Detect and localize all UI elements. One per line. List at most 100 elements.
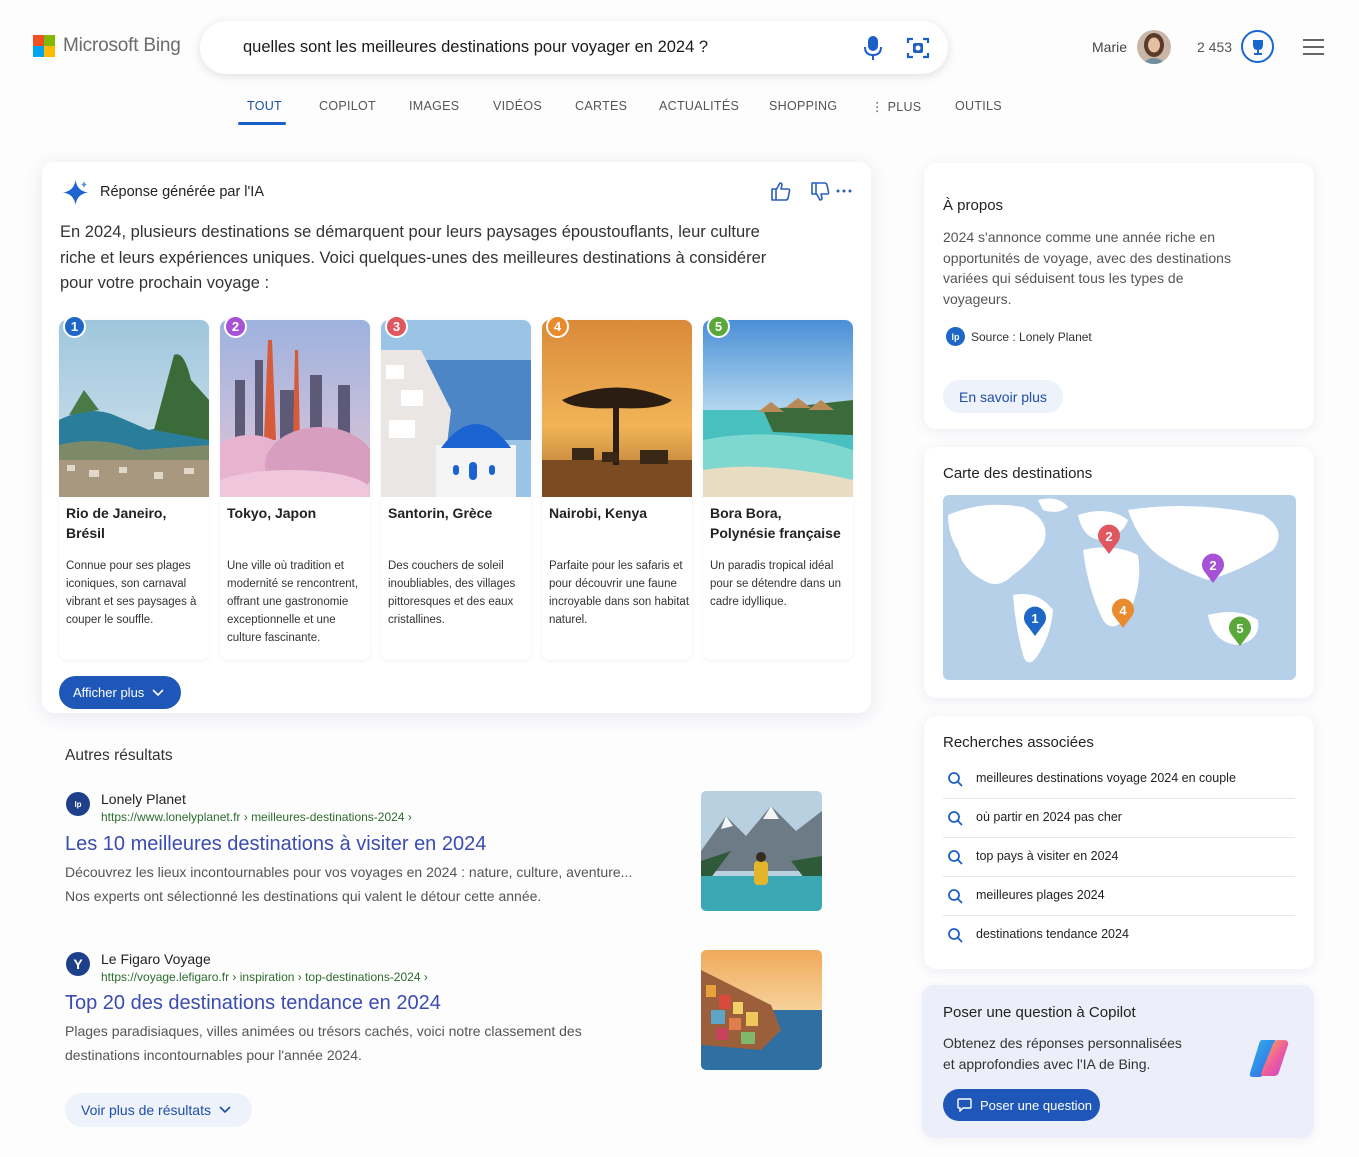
tab-images[interactable]: IMAGES bbox=[409, 99, 459, 113]
destination-name: Nairobi, Kenya bbox=[549, 505, 648, 521]
more-results-button[interactable]: Voir plus de résultats bbox=[65, 1093, 252, 1127]
related-search-label: meilleures plages 2024 bbox=[976, 888, 1105, 902]
about-source[interactable]: Source : Lonely Planet bbox=[971, 330, 1092, 344]
map-pin-label: 2 bbox=[1105, 529, 1112, 544]
menu-icon[interactable] bbox=[1303, 39, 1324, 55]
about-title: À propos bbox=[943, 197, 1004, 214]
show-more-button[interactable]: Afficher plus bbox=[59, 676, 181, 709]
search-icon bbox=[948, 928, 963, 943]
map-title: Carte des destinations bbox=[943, 465, 1093, 482]
destinations-map[interactable]: 2 2 1 4 5 bbox=[943, 495, 1296, 680]
user-name[interactable]: Marie bbox=[1092, 39, 1127, 55]
active-tab-indicator bbox=[238, 122, 286, 125]
rank-badge: 4 bbox=[546, 315, 569, 338]
thumbs-down-icon[interactable] bbox=[810, 182, 830, 202]
result-title-link[interactable]: Top 20 des destinations tendance en 2024 bbox=[65, 992, 441, 1015]
related-search-item[interactable]: top pays à visiter en 2024 bbox=[943, 838, 1295, 877]
bora-bora-image bbox=[703, 320, 853, 497]
destination-description: Une ville où tradition et modernité se r… bbox=[227, 560, 359, 644]
other-results-title: Autres résultats bbox=[65, 747, 173, 764]
microphone-icon[interactable] bbox=[862, 34, 884, 62]
more-options-icon[interactable] bbox=[836, 189, 852, 193]
thumbs-up-icon[interactable] bbox=[770, 181, 791, 201]
related-search-label: destinations tendance 2024 bbox=[976, 927, 1129, 941]
tab-outils[interactable]: OUTILS bbox=[955, 99, 1002, 113]
related-title: Recherches associées bbox=[943, 734, 1094, 751]
le-figaro-icon: Y bbox=[66, 952, 90, 976]
chevron-down-icon bbox=[219, 1106, 231, 1114]
destination-card-rio[interactable]: Rio de Janeiro, Brésil Connue pour ses p… bbox=[59, 320, 209, 660]
ai-answer-header: Réponse générée par l'IA bbox=[100, 184, 264, 200]
destination-card-nairobi[interactable]: Nairobi, Kenya Parfaite pour les safaris… bbox=[542, 320, 692, 660]
result-thumbnail[interactable] bbox=[701, 950, 822, 1070]
rank-badge: 2 bbox=[224, 315, 247, 338]
tab-tout[interactable]: TOUT bbox=[247, 99, 282, 113]
brand-name: Microsoft Bing bbox=[63, 35, 181, 56]
related-search-item[interactable]: destinations tendance 2024 bbox=[943, 916, 1295, 955]
visual-search-icon[interactable] bbox=[906, 36, 930, 60]
tab-copilot[interactable]: COPILOT bbox=[319, 99, 376, 113]
lonely-planet-icon: lp bbox=[946, 327, 965, 346]
rank-badge: 1 bbox=[63, 315, 86, 338]
map-pin[interactable]: 5 bbox=[1227, 615, 1253, 647]
avatar[interactable] bbox=[1137, 30, 1171, 64]
copilot-title: Poser une question à Copilot bbox=[943, 1004, 1136, 1021]
related-search-label: meilleures destinations voyage 2024 en c… bbox=[976, 771, 1236, 785]
result-description: Plages paradisiaques, villes animées ou … bbox=[65, 1023, 582, 1063]
bing-logo[interactable]: Microsoft Bing bbox=[33, 35, 181, 57]
search-icon bbox=[948, 850, 963, 865]
destination-card-tokyo[interactable]: Tokyo, Japon Une ville où tradition et m… bbox=[220, 320, 370, 660]
tab-actualites[interactable]: ACTUALITÉS bbox=[659, 99, 739, 113]
related-search-item[interactable]: meilleures destinations voyage 2024 en c… bbox=[943, 760, 1295, 799]
destination-description: Des couchers de soleil inoubliables, des… bbox=[388, 560, 516, 626]
map-pin[interactable]: 4 bbox=[1110, 597, 1136, 629]
related-search-item[interactable]: meilleures plages 2024 bbox=[943, 877, 1295, 916]
map-pin[interactable]: 1 bbox=[1022, 605, 1048, 637]
map-pin-label: 1 bbox=[1031, 611, 1038, 626]
tab-cartes[interactable]: CARTES bbox=[575, 99, 627, 113]
trophy-icon[interactable] bbox=[1241, 30, 1274, 63]
ask-question-button[interactable]: Poser une question bbox=[943, 1089, 1100, 1121]
map-pin[interactable]: 2 bbox=[1200, 552, 1226, 584]
about-text: 2024 s'annonce comme une année riche en … bbox=[943, 229, 1231, 307]
more-results-label: Voir plus de résultats bbox=[81, 1102, 211, 1118]
search-input[interactable]: quelles sont les meilleures destinations… bbox=[243, 38, 708, 57]
related-search-label: où partir en 2024 pas cher bbox=[976, 810, 1122, 824]
map-pin-label: 5 bbox=[1236, 621, 1243, 636]
rio-image bbox=[59, 320, 209, 497]
search-icon bbox=[948, 811, 963, 826]
destination-description: Un paradis tropical idéal pour se détend… bbox=[710, 560, 842, 608]
result-url[interactable]: https://voyage.lefigaro.fr › inspiration… bbox=[101, 970, 428, 984]
destination-card-bora-bora[interactable]: Bora Bora, Polynésie française Un paradi… bbox=[703, 320, 853, 660]
result-description: Découvrez les lieux incontournables pour… bbox=[65, 864, 633, 904]
learn-more-label: En savoir plus bbox=[959, 388, 1047, 405]
santorin-image bbox=[381, 320, 531, 497]
result-url[interactable]: https://www.lonelyplanet.fr › meilleures… bbox=[101, 810, 412, 824]
destination-description: Parfaite pour les safaris et pour découv… bbox=[549, 560, 690, 626]
rewards-points[interactable]: 2 453 bbox=[1197, 39, 1232, 55]
destination-name: Santorin, Grèce bbox=[388, 505, 493, 521]
result-thumbnail[interactable] bbox=[701, 791, 822, 911]
destination-card-santorin[interactable]: Santorin, Grèce Des couchers de soleil i… bbox=[381, 320, 531, 660]
destination-name: Rio de Janeiro, Brésil bbox=[66, 505, 167, 541]
tab-plus[interactable]: ⋮ PLUS bbox=[871, 99, 921, 114]
related-search-item[interactable]: où partir en 2024 pas cher bbox=[943, 799, 1295, 838]
ask-question-label: Poser une question bbox=[980, 1097, 1093, 1113]
microsoft-logo-icon bbox=[33, 35, 55, 57]
result-title-link[interactable]: Les 10 meilleures destinations à visiter… bbox=[65, 833, 486, 856]
tab-videos[interactable]: VIDÉOS bbox=[493, 99, 542, 113]
map-pin[interactable]: 2 bbox=[1096, 523, 1122, 555]
tab-shopping[interactable]: SHOPPING bbox=[769, 99, 837, 113]
rank-badge: 3 bbox=[385, 315, 408, 338]
lonely-planet-icon: lp bbox=[66, 792, 90, 816]
nairobi-image bbox=[542, 320, 692, 497]
learn-more-button[interactable]: En savoir plus bbox=[943, 380, 1063, 413]
destination-name: Tokyo, Japon bbox=[227, 505, 317, 521]
ai-answer-intro: En 2024, plusieurs destinations se démar… bbox=[60, 223, 767, 292]
search-box[interactable]: quelles sont les meilleures destinations… bbox=[200, 21, 948, 74]
search-icon bbox=[948, 889, 963, 904]
rank-badge: 5 bbox=[707, 315, 730, 338]
sparkle-icon bbox=[63, 180, 88, 205]
related-search-label: top pays à visiter en 2024 bbox=[976, 849, 1119, 863]
chat-bubble-icon bbox=[957, 1098, 972, 1112]
